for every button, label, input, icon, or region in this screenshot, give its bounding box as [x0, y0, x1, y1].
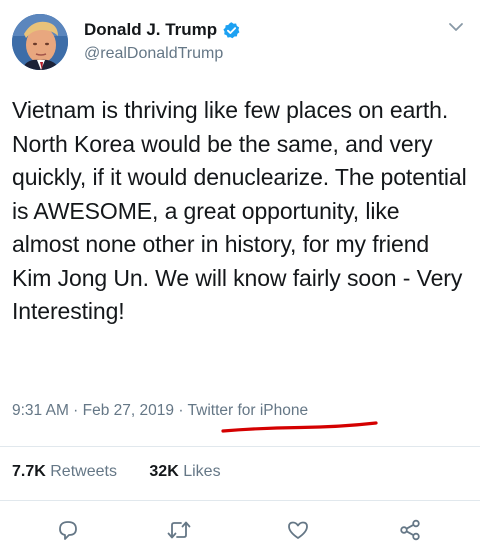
- likes-label: Likes: [183, 463, 221, 480]
- meta-separator: ·: [174, 402, 188, 419]
- retweets-label: Retweets: [50, 463, 117, 480]
- reply-icon[interactable]: [54, 516, 82, 544]
- display-name-row: Donald J. Trump: [84, 18, 241, 42]
- likes-count: 32K: [149, 463, 179, 480]
- tweet-date[interactable]: Feb 27, 2019: [83, 402, 174, 419]
- tweet-stats: 7.7K Retweets 32K Likes: [12, 463, 249, 481]
- divider: [0, 446, 480, 447]
- divider: [0, 500, 480, 501]
- verified-badge-icon: [222, 21, 241, 40]
- avatar-image: [12, 14, 68, 70]
- tweet-card: Donald J. Trump @realDonaldTrump Vietnam…: [0, 0, 480, 554]
- tweet-time[interactable]: 9:31 AM: [12, 402, 69, 419]
- retweets-count: 7.7K: [12, 463, 46, 480]
- red-underline-annotation: [221, 421, 378, 433]
- tweet-text: Vietnam is thriving like few places on e…: [12, 97, 467, 324]
- share-icon[interactable]: [396, 516, 424, 544]
- display-name[interactable]: Donald J. Trump: [84, 20, 217, 40]
- retweet-icon[interactable]: [165, 516, 193, 544]
- meta-separator: ·: [68, 402, 83, 419]
- user-handle[interactable]: @realDonaldTrump: [84, 45, 241, 63]
- author-names: Donald J. Trump @realDonaldTrump: [84, 18, 241, 63]
- chevron-down-icon[interactable]: [448, 20, 464, 32]
- avatar[interactable]: [12, 14, 68, 70]
- like-icon[interactable]: [284, 516, 312, 544]
- tweet-actions: [0, 516, 480, 552]
- retweets-stat[interactable]: 7.7K Retweets: [12, 463, 117, 480]
- tweet-source[interactable]: Twitter for iPhone: [188, 402, 309, 419]
- likes-stat[interactable]: 32K Likes: [149, 463, 220, 480]
- tweet-header: Donald J. Trump @realDonaldTrump: [12, 14, 468, 74]
